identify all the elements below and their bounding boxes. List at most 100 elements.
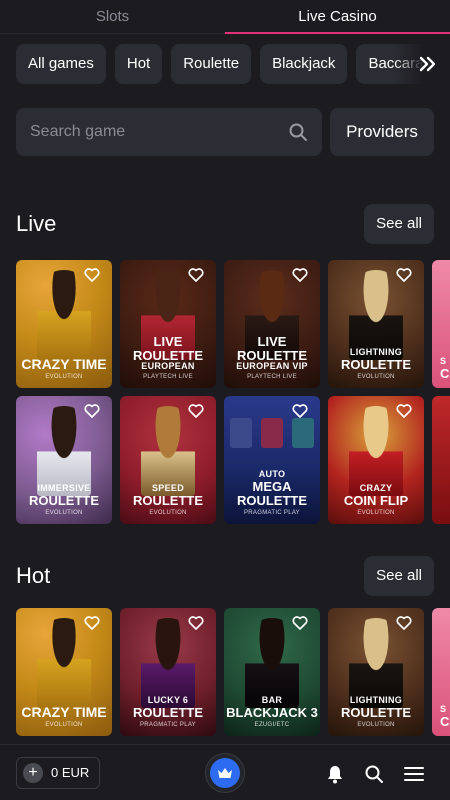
- card-title: CRAZY TIME: [21, 356, 107, 372]
- search-box: [16, 108, 322, 156]
- tab-slots[interactable]: Slots: [0, 0, 225, 33]
- chip-all-games[interactable]: All games: [16, 44, 106, 84]
- heart-icon[interactable]: [290, 614, 310, 632]
- live-see-all-button[interactable]: See all: [364, 204, 434, 244]
- heart-icon[interactable]: [82, 402, 102, 420]
- card-caption: CRAZY COIN FLIP EVOLUTION: [328, 483, 424, 517]
- search-input[interactable]: [30, 123, 288, 141]
- card-provider: PLAYTECH LIVE: [143, 374, 193, 380]
- chip-blackjack[interactable]: Blackjack: [260, 44, 348, 84]
- game-card-crazy-coin-flip[interactable]: CRAZY COIN FLIP EVOLUTION: [328, 396, 424, 524]
- live-section-header: Live See all: [0, 204, 450, 244]
- game-card-auto-mega-roulette[interactable]: AUTO MEGA ROULETTE PRAGMATIC PLAY: [224, 396, 320, 524]
- heart-icon[interactable]: [394, 266, 414, 284]
- hot-see-all-button[interactable]: See all: [364, 556, 434, 596]
- chip-roulette[interactable]: Roulette: [171, 44, 252, 84]
- game-card-crazy-time[interactable]: CRAZY TIME EVOLUTION: [16, 260, 112, 388]
- card-caption: IMMERSIVE ROULETTE EVOLUTION: [16, 483, 112, 517]
- card-caption: CRAZY TIME EVOLUTION: [16, 704, 112, 728]
- chip-hot[interactable]: Hot: [114, 44, 163, 84]
- card-provider: PLAYTECH LIVE: [247, 374, 297, 380]
- card-subtitle: EUROPEAN VIP: [236, 361, 308, 371]
- heart-icon[interactable]: [82, 614, 102, 632]
- search-row: Providers: [0, 108, 450, 156]
- card-title: COIN FLIP: [343, 493, 409, 508]
- bell-icon[interactable]: [324, 763, 346, 785]
- game-card-lightning-roulette[interactable]: LIGHTNING ROULETTE EVOLUTION: [328, 608, 424, 736]
- card-title-top: LIGHTNING: [349, 695, 403, 705]
- card-title: ROULETTE: [28, 493, 100, 508]
- card-provider: EVOLUTION: [357, 374, 395, 380]
- card-title: CA: [440, 714, 450, 729]
- card-subtitle: EUROPEAN: [141, 361, 195, 371]
- heart-icon[interactable]: [290, 266, 310, 284]
- game-card-crazy-time[interactable]: CRAZY TIME EVOLUTION: [16, 608, 112, 736]
- card-title-top: AUTO: [258, 469, 286, 479]
- card-caption: LIGHTNING ROULETTE EVOLUTION: [328, 347, 424, 381]
- card-title-top: LUCKY 6: [147, 695, 189, 705]
- game-card-lightning-roulette[interactable]: LIGHTNING ROULETTE EVOLUTION: [328, 260, 424, 388]
- heart-icon[interactable]: [394, 614, 414, 632]
- card-title-top: BAR: [261, 695, 283, 705]
- multiplier-tile: [292, 418, 314, 448]
- card-caption: CRAZY TIME EVOLUTION: [16, 356, 112, 380]
- heart-icon[interactable]: [186, 614, 206, 632]
- game-card-partial[interactable]: S CA: [432, 260, 450, 388]
- card-provider: PRAGMATIC PLAY: [140, 722, 196, 728]
- card-title: BLACKJACK 3: [226, 705, 318, 720]
- card-caption: S CA: [432, 704, 450, 729]
- card-title: ROULETTE: [132, 493, 204, 508]
- card-provider: EVOLUTION: [357, 722, 395, 728]
- game-card-speed-roulette[interactable]: SPEED ROULETTE EVOLUTION: [120, 396, 216, 524]
- card-caption: BAR BLACKJACK 3 EZUGI/ETC: [224, 695, 320, 729]
- game-card-immersive-roulette[interactable]: IMMERSIVE ROULETTE EVOLUTION: [16, 396, 112, 524]
- top-tabs: Slots Live Casino: [0, 0, 450, 34]
- card-title-top: S: [440, 356, 447, 366]
- heart-icon[interactable]: [290, 402, 310, 420]
- card-caption: LUCKY 6 ROULETTE PRAGMATIC PLAY: [120, 695, 216, 729]
- tab-live-casino[interactable]: Live Casino: [225, 0, 450, 34]
- game-card-partial[interactable]: S CA: [432, 608, 450, 736]
- card-title: ROULETTE: [340, 705, 412, 720]
- card-caption: SPEED ROULETTE EVOLUTION: [120, 484, 216, 517]
- game-card-live-roulette-european-vip[interactable]: LIVE ROULETTE EUROPEAN VIP PLAYTECH LIVE: [224, 260, 320, 388]
- card-title-top: IMMERSIVE: [37, 483, 91, 493]
- card-title-top: LIVE: [153, 334, 183, 349]
- card-provider: EVOLUTION: [45, 722, 83, 728]
- hot-section-header: Hot See all: [0, 556, 450, 596]
- card-caption: LIVE ROULETTE EUROPEAN PLAYTECH LIVE: [120, 334, 216, 380]
- card-title: ROULETTE: [132, 705, 204, 720]
- search-icon[interactable]: [288, 122, 308, 142]
- chips-scroll-right[interactable]: [394, 44, 450, 84]
- crown-icon: [210, 758, 240, 788]
- heart-icon[interactable]: [186, 266, 206, 284]
- card-title-top: LIGHTNING: [349, 347, 403, 357]
- game-card-partial[interactable]: [432, 396, 450, 524]
- card-title: MEGA: [252, 479, 292, 494]
- category-chips: All games Hot Roulette Blackjack Baccara…: [0, 34, 450, 108]
- live-row-2: IMMERSIVE ROULETTE EVOLUTION SPEED ROULE…: [0, 396, 450, 524]
- card-caption: LIVE ROULETTE EUROPEAN VIP PLAYTECH LIVE: [224, 334, 320, 380]
- card-provider: EZUGI/ETC: [254, 722, 290, 728]
- card-title-2: ROULETTE: [236, 493, 308, 508]
- card-provider: PRAGMATIC PLAY: [244, 510, 300, 516]
- card-title: CA: [440, 366, 450, 381]
- game-card-lucky-6-roulette[interactable]: LUCKY 6 ROULETTE PRAGMATIC PLAY: [120, 608, 216, 736]
- game-card-live-roulette-european[interactable]: LIVE ROULETTE EUROPEAN PLAYTECH LIVE: [120, 260, 216, 388]
- game-card-bar-blackjack-3[interactable]: BAR BLACKJACK 3 EZUGI/ETC: [224, 608, 320, 736]
- plus-icon: +: [23, 762, 43, 783]
- search-icon[interactable]: [363, 763, 385, 785]
- home-crown-button[interactable]: [205, 753, 245, 793]
- card-provider: EVOLUTION: [45, 374, 83, 380]
- card-title-top: CRAZY: [359, 483, 393, 493]
- menu-icon[interactable]: [403, 763, 425, 785]
- heart-icon[interactable]: [82, 266, 102, 284]
- card-provider: EVOLUTION: [45, 510, 83, 516]
- balance-amount: 0 EUR: [51, 765, 90, 780]
- heart-icon[interactable]: [394, 402, 414, 420]
- providers-button[interactable]: Providers: [330, 108, 434, 156]
- card-caption: LIGHTNING ROULETTE EVOLUTION: [328, 695, 424, 729]
- card-title-top: S: [440, 704, 447, 714]
- balance-button[interactable]: + 0 EUR: [16, 756, 101, 789]
- heart-icon[interactable]: [186, 402, 206, 420]
